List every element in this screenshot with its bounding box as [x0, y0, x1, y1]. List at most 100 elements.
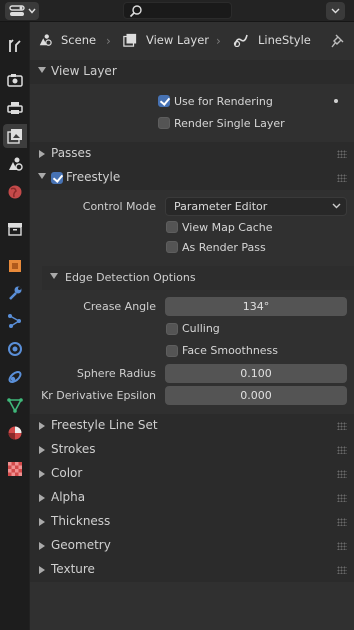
material-icon: [8, 426, 22, 440]
expand-arrow-icon: [39, 422, 45, 430]
freestyle-checkbox[interactable]: [51, 172, 63, 184]
drag-handle-icon[interactable]: [337, 174, 347, 182]
panel-header-freestyle-line-set[interactable]: Freestyle Line Set: [30, 414, 354, 438]
drag-handle-icon[interactable]: [337, 446, 347, 454]
expand-arrow-icon: [39, 494, 45, 502]
panel-header-strokes[interactable]: Strokes: [30, 438, 354, 462]
breadcrumb-scene-label: Scene: [61, 33, 97, 47]
expand-arrow-icon: [39, 150, 45, 158]
drag-handle-icon[interactable]: [337, 566, 347, 574]
drag-handle-icon[interactable]: [337, 494, 347, 502]
panel-title: Color: [51, 466, 83, 480]
scene-icon: [39, 34, 52, 46]
breadcrumb-separator-icon: ›: [106, 34, 111, 48]
culling-checkbox[interactable]: [166, 323, 178, 335]
tab-collection[interactable]: [3, 217, 27, 241]
tab-material[interactable]: [3, 421, 27, 445]
wrench-icon: [9, 286, 22, 300]
panel-header-view-layer[interactable]: View Layer: [30, 60, 354, 84]
keyframe-dot-icon[interactable]: [334, 99, 338, 103]
expand-arrow-icon: [39, 542, 45, 550]
printer-icon: [7, 102, 23, 114]
properties-tabs: [0, 22, 29, 630]
expand-arrow-icon: [39, 470, 45, 478]
panel-header-color[interactable]: Color: [30, 462, 354, 486]
search-input[interactable]: [123, 2, 232, 19]
chevron-down-icon: [28, 8, 36, 14]
render-single-layer-label: Render Single Layer: [174, 117, 285, 130]
use-for-rendering-checkbox[interactable]: [158, 95, 170, 107]
tab-particles[interactable]: [3, 309, 27, 333]
breadcrumb-scene[interactable]: Scene: [38, 33, 96, 47]
image-stack-icon: [123, 33, 137, 47]
tab-scene[interactable]: [3, 152, 27, 176]
edge-detection-body: Crease Angle 134° Culling Face Smoothnes…: [30, 290, 354, 410]
breadcrumb: Scene › View Layer › LineStyle: [30, 22, 354, 60]
expand-arrow-icon: [39, 566, 45, 574]
constraints-icon: [8, 371, 22, 383]
tab-world[interactable]: [3, 180, 27, 204]
drag-handle-icon[interactable]: [337, 470, 347, 478]
tab-constraints[interactable]: [3, 365, 27, 389]
breadcrumb-view-layer[interactable]: View Layer: [123, 33, 209, 47]
image-stack-icon: [7, 129, 22, 144]
tab-tool[interactable]: [3, 34, 27, 58]
particles-icon: [8, 314, 21, 328]
collapse-arrow-icon: [50, 273, 58, 279]
object-icon: [9, 260, 21, 272]
as-render-pass-checkbox[interactable]: [166, 241, 178, 253]
panel-title: View Layer: [51, 64, 117, 78]
expand-arrow-icon: [39, 446, 45, 454]
breadcrumb-view-layer-label: View Layer: [146, 33, 210, 47]
sphere-radius-field[interactable]: 0.100: [165, 364, 347, 383]
tab-output[interactable]: [3, 96, 27, 120]
properties-header: [0, 0, 354, 22]
breadcrumb-linestyle[interactable]: LineStyle: [233, 33, 311, 47]
tab-object-data[interactable]: [3, 393, 27, 417]
face-smoothness-label: Face Smoothness: [182, 344, 279, 357]
freestyle-body: Control Mode Parameter Editor View Map C…: [30, 190, 354, 270]
drag-handle-icon[interactable]: [337, 150, 347, 158]
drag-handle-icon[interactable]: [337, 422, 347, 430]
panel-header-texture[interactable]: Texture: [30, 558, 354, 582]
face-smoothness-checkbox[interactable]: [166, 345, 178, 357]
as-render-pass-label: As Render Pass: [182, 241, 266, 254]
collapse-arrow-icon: [38, 67, 46, 73]
panel-header-geometry[interactable]: Geometry: [30, 534, 354, 558]
tab-texture[interactable]: [3, 457, 27, 481]
panel-title: Passes: [51, 146, 92, 160]
render-single-layer-checkbox[interactable]: [158, 117, 170, 129]
object-data-icon: [7, 398, 23, 413]
tab-physics[interactable]: [3, 337, 27, 361]
tab-object[interactable]: [3, 254, 27, 278]
breadcrumb-separator-icon: ›: [216, 34, 221, 48]
panel-header-thickness[interactable]: Thickness: [30, 510, 354, 534]
panel-header-freestyle[interactable]: Freestyle: [30, 166, 354, 190]
options-dropdown[interactable]: [326, 2, 345, 20]
kr-epsilon-field[interactable]: 0.000: [165, 386, 347, 405]
panel-title: Edge Detection Options: [65, 271, 196, 284]
panel-title: Thickness: [51, 514, 111, 528]
panel-header-passes[interactable]: Passes: [30, 142, 354, 166]
expand-arrow-icon: [39, 518, 45, 526]
tab-view-layer[interactable]: [3, 124, 27, 148]
tab-render[interactable]: [3, 68, 27, 92]
collapse-arrow-icon: [38, 173, 46, 179]
editor-type-dropdown[interactable]: [5, 2, 39, 20]
panel-title: Alpha: [51, 490, 86, 504]
drag-handle-icon[interactable]: [337, 542, 347, 550]
crease-angle-field[interactable]: 134°: [165, 297, 347, 316]
drag-handle-icon[interactable]: [337, 518, 347, 526]
chevron-down-icon: [332, 203, 341, 209]
crease-angle-label: Crease Angle: [83, 300, 156, 313]
pin-icon[interactable]: [331, 34, 344, 48]
control-mode-select[interactable]: Parameter Editor: [165, 197, 347, 216]
tab-modifiers[interactable]: [3, 281, 27, 305]
view-map-cache-checkbox[interactable]: [166, 221, 178, 233]
panel-header-edge-detection[interactable]: Edge Detection Options: [42, 266, 354, 290]
crease-angle-value: 134°: [242, 300, 270, 313]
kr-epsilon-value: 0.000: [240, 389, 272, 402]
properties-editor-icon: [9, 5, 25, 16]
panel-header-alpha[interactable]: Alpha: [30, 486, 354, 510]
panel-title: Texture: [51, 562, 95, 576]
